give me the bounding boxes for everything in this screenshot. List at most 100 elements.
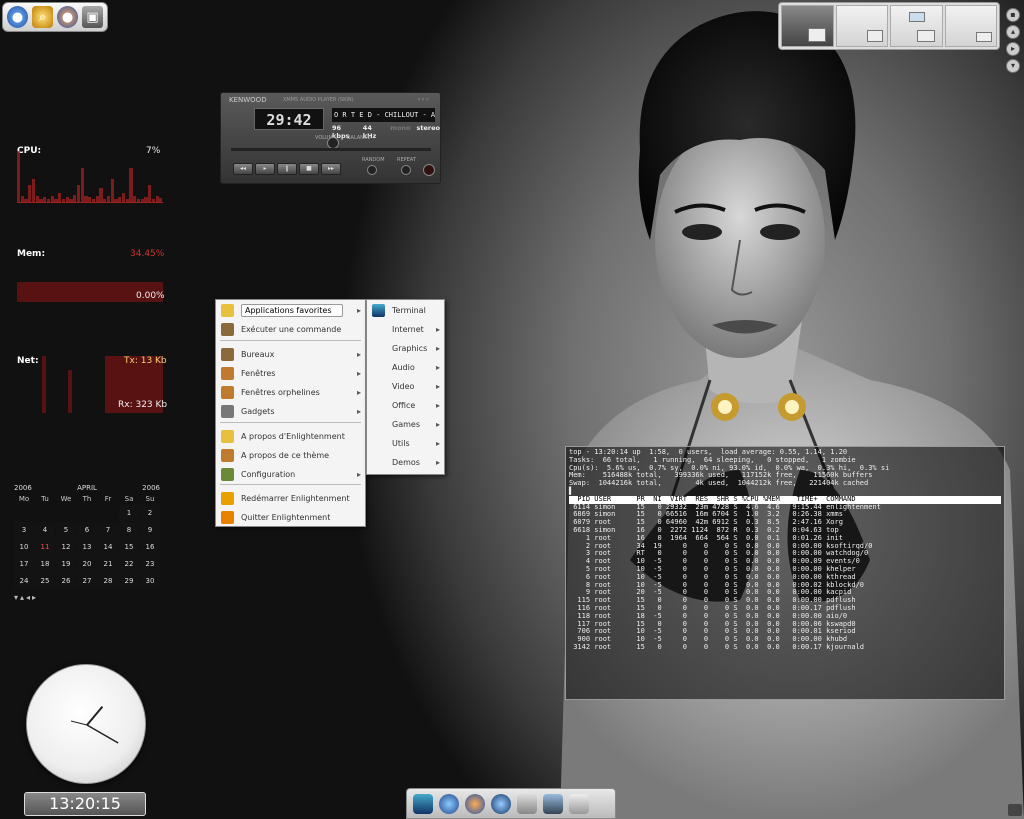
pager-up-button[interactable]: ▴ — [1006, 25, 1020, 39]
submenu-arrow-icon: ▸ — [356, 470, 361, 479]
desktop-1[interactable] — [781, 5, 834, 47]
stop-button[interactable]: ■ — [299, 163, 319, 175]
menu-item-a-propos-d-enlightenment[interactable]: A propos d'Enlightenment — [216, 427, 365, 446]
window-controls-icon[interactable]: ◦◦◦ — [417, 96, 429, 104]
menu-item-red-marrer-enlightenment[interactable]: Redémarrer Enlightenment — [216, 489, 365, 508]
menu-item-configuration[interactable]: Configuration ▸ — [216, 465, 365, 484]
gadgets-icon — [221, 405, 234, 418]
calendar-day[interactable]: 22 — [119, 556, 139, 572]
firefox-icon[interactable]: ● — [7, 6, 28, 28]
calendar-day[interactable]: 29 — [119, 573, 139, 589]
menu-item-gadgets[interactable]: Gadgets ▸ — [216, 402, 365, 421]
camera-icon[interactable] — [1008, 804, 1022, 816]
calendar-day[interactable]: 16 — [140, 539, 160, 555]
calendar-day[interactable]: 15 — [119, 539, 139, 555]
file-manager-icon[interactable] — [569, 793, 589, 814]
submenu-item-video[interactable]: Video ▸ — [367, 377, 444, 396]
menu-item-fen-tres[interactable]: Fenêtres ▸ — [216, 364, 365, 383]
menu-item-ex-cuter-une-commande[interactable]: Exécuter une commande — [216, 320, 365, 339]
calendar-day[interactable]: 14 — [98, 539, 118, 555]
menu-item-bureaux[interactable]: Bureaux ▸ — [216, 345, 365, 364]
calendar-weekday: Fr — [104, 495, 112, 503]
seek-bar[interactable] — [231, 148, 431, 151]
play-button[interactable]: ▸ — [255, 163, 275, 175]
desktop-3[interactable] — [890, 5, 943, 47]
search-icon[interactable]: ⌕ — [32, 6, 53, 28]
calendar-day[interactable]: 12 — [56, 539, 76, 555]
restart-icon — [221, 492, 234, 505]
calendar-day[interactable]: 2 — [140, 505, 160, 521]
calendar-day[interactable]: 20 — [77, 556, 97, 572]
calendar-day[interactable]: 6 — [77, 522, 97, 538]
save-icon[interactable]: ▣ — [82, 6, 103, 28]
firefox-icon[interactable]: ● — [57, 6, 78, 28]
cpu-graph-bar — [43, 197, 47, 202]
calendar-day[interactable]: 4 — [35, 522, 55, 538]
net-label: Net: — [17, 356, 39, 366]
calendar-day[interactable]: 26 — [56, 573, 76, 589]
calendar-day[interactable]: 19 — [56, 556, 76, 572]
menu-item-label: A propos d'Enlightenment — [241, 432, 345, 441]
submenu-item-graphics[interactable]: Graphics ▸ — [367, 339, 444, 358]
desktop-2[interactable] — [835, 5, 888, 47]
calendar-day[interactable]: 13 — [77, 539, 97, 555]
calendar-day[interactable]: 3 — [14, 522, 34, 538]
desktop-4[interactable] — [944, 5, 997, 47]
calendar-year-right: 2006 — [142, 484, 160, 492]
cpu-graph-bar — [103, 199, 107, 202]
calendar-day[interactable]: 11 — [35, 539, 55, 555]
network-icon[interactable] — [439, 793, 459, 814]
calendar-day[interactable]: 25 — [35, 573, 55, 589]
calendar-day[interactable]: 8 — [119, 522, 139, 538]
menu-item-a-propos-de-ce-th-me[interactable]: A propos de ce thème — [216, 446, 365, 465]
terminal-process-row: 3142 root 15 0 0 0 0 S 0.0 0.0 0:00.17 k… — [569, 642, 865, 651]
previous-button[interactable]: ◂◂ — [233, 163, 253, 175]
calendar-day[interactable]: 30 — [140, 573, 160, 589]
power-icon[interactable] — [423, 164, 435, 176]
gimp-icon[interactable] — [517, 793, 537, 814]
shuffle-toggle[interactable] — [367, 165, 377, 175]
submenu-item-office[interactable]: Office ▸ — [367, 396, 444, 415]
calendar-day[interactable]: 21 — [98, 556, 118, 572]
next-button[interactable]: ▸▸ — [321, 163, 341, 175]
lock-icon[interactable]: ▪ — [1006, 8, 1020, 22]
submenu-item-terminal[interactable]: Terminal — [367, 301, 444, 320]
menu-item-label: Bureaux — [241, 350, 275, 359]
calendar-day[interactable]: 1 — [119, 505, 139, 521]
calendar-day[interactable]: 27 — [77, 573, 97, 589]
submenu-item-label: Games — [392, 420, 420, 429]
calendar-day[interactable]: 24 — [14, 573, 34, 589]
menu-item-fen-tres-orphelines[interactable]: Fenêtres orphelines ▸ — [216, 383, 365, 402]
submenu-item-demos[interactable]: Demos ▸ — [367, 453, 444, 472]
calendar-day[interactable]: 28 — [98, 573, 118, 589]
submenu-item-games[interactable]: Games ▸ — [367, 415, 444, 434]
pager-right-button[interactable]: ▸ — [1006, 42, 1020, 56]
terminal-icon[interactable] — [543, 793, 563, 814]
cpu-graph-bar — [50, 196, 54, 202]
submenu-item-label: Terminal — [392, 306, 426, 315]
swap-value: 0.00% — [136, 291, 165, 301]
repeat-toggle[interactable] — [401, 165, 411, 175]
calendar-day[interactable]: 10 — [14, 539, 34, 555]
terminal-top[interactable]: top - 13:20:14 up 1:58, 0 users, load av… — [565, 446, 1005, 700]
calendar-day[interactable]: 18 — [35, 556, 55, 572]
firefox-icon[interactable] — [465, 793, 485, 814]
thunderbird-icon[interactable] — [491, 793, 511, 814]
menu-item-quitter-enlightenment[interactable]: Quitter Enlightenment — [216, 508, 365, 527]
calendar-day[interactable]: 23 — [140, 556, 160, 572]
submenu-arrow-icon: ▸ — [435, 325, 440, 334]
xmms-track-title: O R T E D - CHILLOUT - AMBIENT — [332, 108, 435, 122]
submenu-item-audio[interactable]: Audio ▸ — [367, 358, 444, 377]
submenu-item-utils[interactable]: Utils ▸ — [367, 434, 444, 453]
chevron-right-icon[interactable]: ▸ — [32, 593, 38, 602]
calendar-day[interactable]: 7 — [98, 522, 118, 538]
desktops-icon — [221, 348, 234, 361]
pause-button[interactable]: ǁ — [277, 163, 297, 175]
menu-item-applications-favorites[interactable]: Applications favorites ▸ — [216, 301, 365, 320]
calendar-day[interactable]: 5 — [56, 522, 76, 538]
calendar-day[interactable]: 17 — [14, 556, 34, 572]
monitor-icon[interactable] — [413, 793, 433, 814]
calendar-day[interactable]: 9 — [140, 522, 160, 538]
pager-down-button[interactable]: ▾ — [1006, 59, 1020, 73]
submenu-item-internet[interactable]: Internet ▸ — [367, 320, 444, 339]
